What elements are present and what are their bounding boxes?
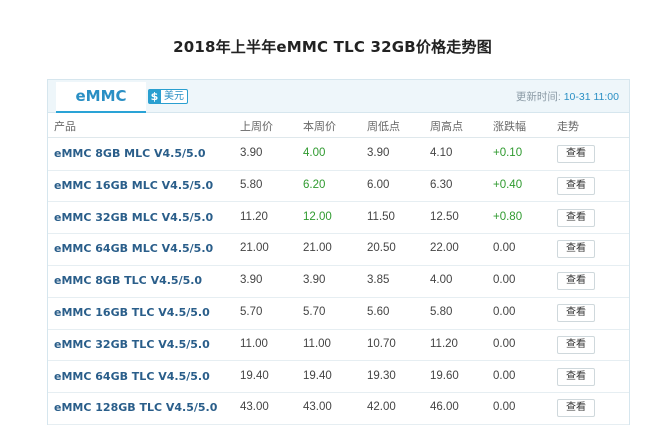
table-row: eMMC 64GB MLC V4.5/5.0 21.00 21.00 20.50 22.… — [48, 233, 629, 267]
this-week-price: 3.90 — [303, 274, 326, 287]
this-week-price: 43.00 — [303, 401, 332, 414]
week-low: 11.50 — [367, 210, 395, 223]
column-header-this-week: 本周价 — [303, 121, 336, 133]
price-change: +0.80 — [493, 210, 523, 223]
last-week-price: 3.90 — [240, 147, 263, 159]
product-name: eMMC 8GB TLC V4.5/5.0 — [54, 274, 203, 288]
page-title: 2018年上半年eMMC TLC 32GB价格走势图 — [173, 38, 492, 56]
view-trend-button[interactable]: 查看 — [557, 304, 595, 322]
currency-label: 美元 — [161, 88, 188, 104]
price-panel: eMMC $ 美元 更新时间: 10-31 11:00 产品 上周价 本周价 周… — [47, 79, 630, 426]
view-trend-button[interactable]: 查看 — [557, 367, 595, 386]
price-change: 0.00 — [493, 306, 516, 318]
currency-toggle[interactable]: $ 美元 — [148, 88, 188, 104]
dollar-icon: $ — [148, 88, 161, 104]
tab-bar: eMMC $ 美元 更新时间: 10-31 11:00 — [48, 80, 629, 113]
product-name: eMMC 8GB MLC V4.5/5.0 — [54, 147, 206, 160]
last-week-price: 19.40 — [240, 369, 269, 382]
week-low: 3.85 — [367, 274, 390, 287]
price-change: 0.00 — [493, 337, 516, 350]
table-row: eMMC 8GB TLC V4.5/5.0 3.90 3.90 3.85 4.00 0.0… — [48, 265, 629, 298]
product-name: eMMC 16GB TLC V4.5/5.0 — [54, 306, 210, 319]
last-week-price: 5.70 — [240, 306, 263, 318]
product-name: eMMC 64GB MLC V4.5/5.0 — [54, 242, 214, 256]
column-header-last-week: 上周价 — [240, 121, 273, 133]
product-name: eMMC 128GB TLC V4.5/5.0 — [54, 401, 218, 415]
last-week-price: 11.20 — [240, 210, 268, 223]
last-week-price: 43.00 — [240, 401, 269, 414]
view-trend-button[interactable]: 查看 — [557, 176, 595, 195]
update-label: 更新时间: — [515, 91, 561, 103]
week-low: 10.70 — [367, 337, 396, 350]
last-week-price: 5.80 — [240, 178, 263, 191]
week-high: 4.00 — [430, 274, 453, 287]
this-week-price: 11.00 — [303, 337, 331, 350]
week-high: 4.10 — [430, 147, 453, 159]
week-high: 46.00 — [430, 401, 459, 414]
last-week-price: 3.90 — [240, 274, 263, 287]
this-week-price: 21.00 — [303, 242, 332, 255]
table-row: eMMC 32GB MLC V4.5/5.0 11.20 12.00 11.50 12.… — [48, 202, 629, 235]
week-low: 5.60 — [367, 306, 390, 318]
table-row: eMMC 32GB TLC V4.5/5.0 11.00 11.00 10.70 11.… — [48, 329, 629, 362]
table-row: eMMC 128GB TLC V4.5/5.0 43.00 43.00 42.00 46… — [48, 392, 629, 426]
price-change: 0.00 — [493, 242, 516, 255]
table-row: eMMC 16GB MLC V4.5/5.0 5.80 6.20 6.00 6.30 +0… — [48, 170, 629, 203]
this-week-price: 5.70 — [303, 306, 326, 318]
column-header-product: 产品 — [54, 121, 76, 133]
column-header-high: 周高点 — [430, 121, 463, 133]
update-time-value: 10-31 11:00 — [563, 91, 619, 103]
column-header-change: 涨跌幅 — [493, 121, 526, 133]
product-name: eMMC 64GB TLC V4.5/5.0 — [54, 369, 210, 383]
week-high: 19.60 — [430, 369, 459, 382]
week-high: 11.20 — [430, 337, 458, 350]
price-change: +0.10 — [493, 147, 523, 159]
view-trend-button[interactable]: 查看 — [557, 145, 595, 163]
price-change: +0.40 — [493, 178, 523, 191]
this-week-price: 12.00 — [303, 210, 332, 223]
last-week-price: 21.00 — [240, 242, 269, 255]
this-week-price: 19.40 — [303, 369, 332, 382]
week-low: 3.90 — [367, 147, 390, 159]
product-name: eMMC 32GB MLC V4.5/5.0 — [54, 210, 214, 224]
tab-emmc[interactable]: eMMC — [56, 82, 146, 113]
week-low: 20.50 — [367, 242, 396, 255]
view-trend-button[interactable]: 查看 — [557, 240, 595, 259]
week-high: 5.80 — [430, 306, 453, 318]
view-trend-button[interactable]: 查看 — [557, 335, 595, 354]
product-name: eMMC 16GB MLC V4.5/5.0 — [54, 178, 214, 192]
week-high: 22.00 — [430, 242, 459, 255]
week-low: 19.30 — [367, 369, 396, 382]
this-week-price: 6.20 — [303, 178, 326, 191]
price-change: 0.00 — [493, 369, 516, 382]
last-week-price: 11.00 — [240, 337, 268, 350]
table-row: eMMC 64GB TLC V4.5/5.0 19.40 19.40 19.30 19.… — [48, 361, 629, 394]
view-trend-button[interactable]: 查看 — [557, 208, 595, 227]
column-header-trend: 走势 — [557, 121, 579, 133]
product-name: eMMC 32GB TLC V4.5/5.0 — [54, 337, 210, 351]
week-high: 6.30 — [430, 178, 453, 191]
column-header-low: 周低点 — [367, 121, 400, 133]
this-week-price: 4.00 — [303, 147, 326, 159]
table-header: 产品 上周价 本周价 周低点 周高点 涨跌幅 走势 — [48, 113, 629, 138]
week-low: 6.00 — [367, 178, 390, 191]
table-row: eMMC 16GB TLC V4.5/5.0 5.70 5.70 5.60 5.80 0.… — [48, 297, 629, 330]
view-trend-button[interactable]: 查看 — [557, 272, 595, 291]
week-low: 42.00 — [367, 401, 396, 414]
price-change: 0.00 — [493, 401, 516, 414]
week-high: 12.50 — [430, 210, 459, 223]
price-change: 0.00 — [493, 274, 516, 287]
view-trend-button[interactable]: 查看 — [557, 399, 595, 418]
update-time: 更新时间: 10-31 11:00 — [516, 89, 619, 104]
table-row: eMMC 8GB MLC V4.5/5.0 3.90 4.00 3.90 4.10 +0.… — [48, 138, 629, 171]
